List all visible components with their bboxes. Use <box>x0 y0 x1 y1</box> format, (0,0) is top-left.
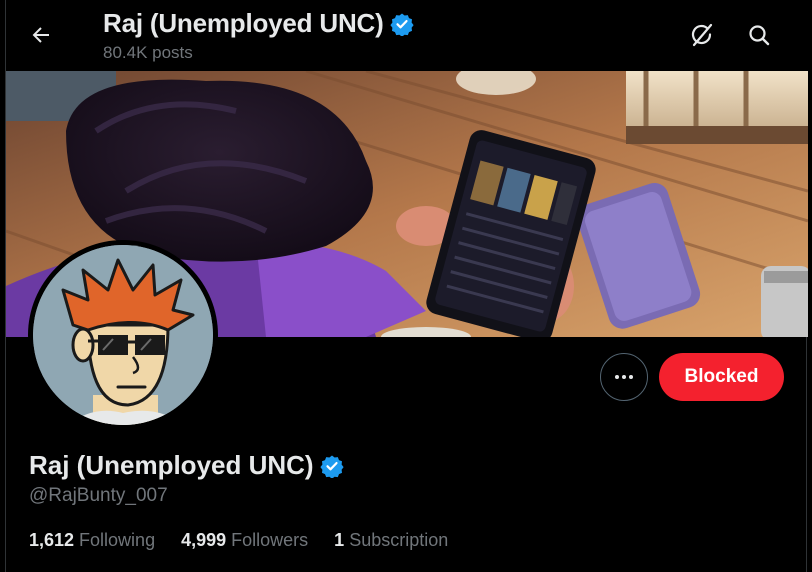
verified-badge-icon <box>389 13 414 36</box>
top-bar: Raj (Unemployed UNC) 80.4K posts <box>6 0 808 71</box>
following-label: Following <box>79 530 156 550</box>
grok-button[interactable] <box>683 16 721 54</box>
followers-label: Followers <box>231 530 309 550</box>
followers-count: 4,999 <box>181 530 227 550</box>
followers-link[interactable]: 4,999 Followers <box>181 530 308 551</box>
profile-handle: @RajBunty_007 <box>29 485 168 506</box>
header-title: Raj (Unemployed UNC) <box>103 8 414 39</box>
following-count: 1,612 <box>29 530 75 550</box>
search-button[interactable] <box>740 16 778 54</box>
verified-badge-icon[interactable] <box>319 454 344 478</box>
more-options-button[interactable] <box>600 353 648 401</box>
profile-name-row: Raj (Unemployed UNC) <box>29 450 344 481</box>
blocked-button[interactable]: Blocked <box>659 353 784 401</box>
avatar-image <box>33 245 213 425</box>
subscription-count: 1 <box>334 530 345 550</box>
profile-stats: 1,612 Following 4,999 Followers 1 Subscr… <box>29 530 448 551</box>
subscription-label: Subscription <box>349 530 449 550</box>
grok-icon <box>691 23 713 47</box>
profile-name: Raj (Unemployed UNC) <box>29 450 314 480</box>
subscriptions-link[interactable]: 1 Subscription <box>334 530 448 551</box>
post-count: 80.4K posts <box>103 43 193 62</box>
back-button[interactable] <box>23 17 59 53</box>
search-icon <box>749 25 770 46</box>
back-arrow-icon <box>32 27 49 43</box>
more-icon <box>615 375 633 379</box>
header-name: Raj (Unemployed UNC) <box>103 8 384 38</box>
following-link[interactable]: 1,612 Following <box>29 530 155 551</box>
profile-avatar[interactable] <box>28 240 218 430</box>
profile-page: Raj (Unemployed UNC) 80.4K posts Blocked… <box>5 0 808 572</box>
